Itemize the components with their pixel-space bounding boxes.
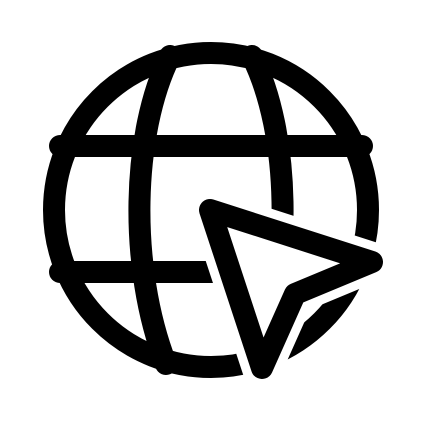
globe-meridian-left [128, 45, 181, 375]
globe-with-cursor-icon [43, 42, 383, 379]
icon-canvas [0, 0, 423, 423]
